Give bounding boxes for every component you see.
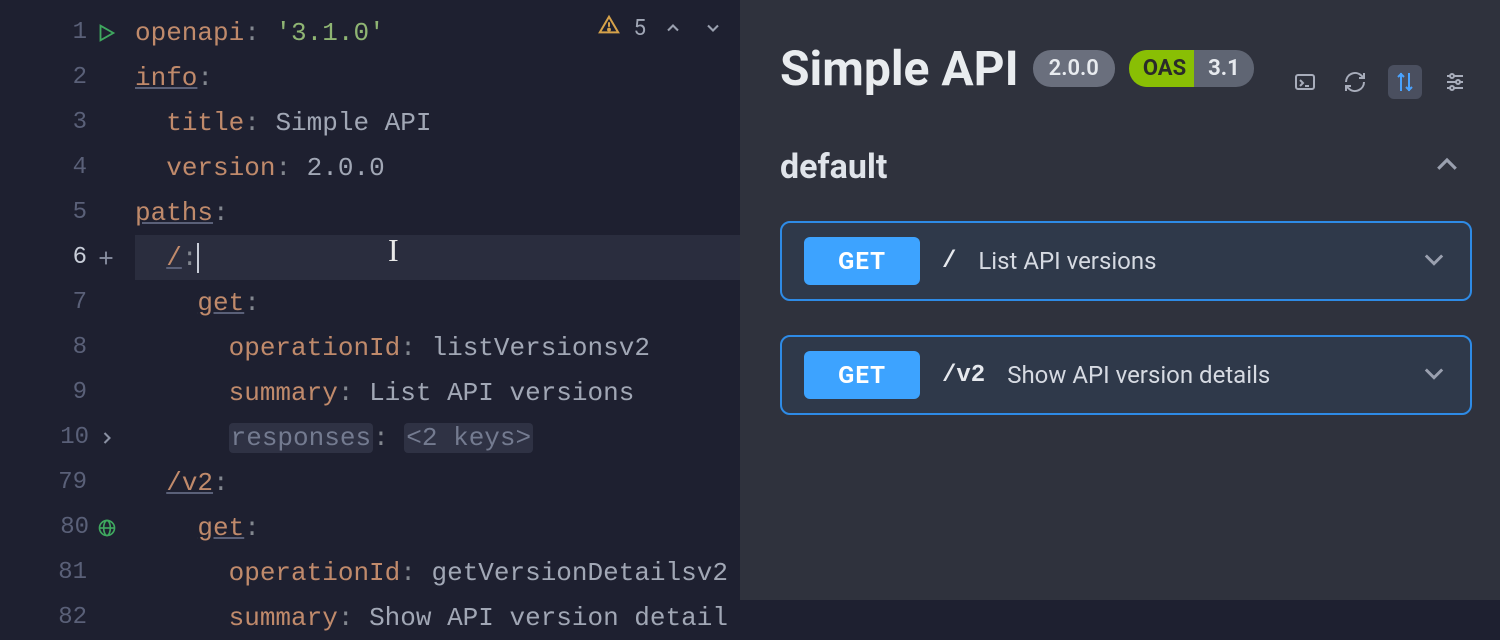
gutter-line[interactable]: 8 [0,325,135,370]
code-line[interactable]: version: 2.0.0 [135,145,740,190]
section-title: default [780,147,887,187]
version-badge: 2.0.0 [1033,50,1115,87]
code-line[interactable]: /: [135,235,740,280]
gutter-line[interactable]: 79 [0,460,135,505]
code-line[interactable]: summary: Show API version detail [135,595,740,640]
warning-icon[interactable] [598,14,620,42]
gutter-line[interactable]: 81 [0,550,135,595]
endpoint-path: / [942,248,956,275]
editor-status-bar: 5 [598,14,726,42]
http-method-badge: GET [804,351,920,399]
gutter-line[interactable]: 9 [0,370,135,415]
plus-icon[interactable] [95,247,117,269]
gutter-line[interactable]: 82 [0,595,135,640]
oas-badge: OAS 3.1 [1129,50,1254,87]
endpoint-row[interactable]: GET /v2 Show API version details [780,335,1472,415]
oas-label: OAS [1129,50,1200,87]
run-icon[interactable] [95,22,117,44]
warning-count[interactable]: 5 [634,16,646,41]
prev-issue-button[interactable] [660,15,686,41]
settings-icon[interactable] [1438,65,1472,99]
toolbar [1288,65,1472,99]
endpoint-row[interactable]: GET / List API versions [780,221,1472,301]
globe-icon[interactable] [97,518,117,538]
gutter-line[interactable]: 3 [0,100,135,145]
code-editor-pane: 1234567891079808182 I openapi: '3.1.0'in… [0,0,740,600]
gutter-line[interactable]: 10 [0,415,135,460]
section-header[interactable]: default [780,147,1472,187]
next-issue-button[interactable] [700,15,726,41]
refresh-icon[interactable] [1338,65,1372,99]
gutter-line[interactable]: 80 [0,505,135,550]
caret [197,243,199,273]
code-line[interactable]: title: Simple API [135,100,740,145]
code-line[interactable]: responses: <2 keys> [135,415,740,460]
api-title: Simple API [780,40,1019,97]
gutter-line[interactable]: 1 [0,10,135,55]
code-line[interactable]: get: [135,280,740,325]
editor-code-area[interactable]: I openapi: '3.1.0'info: title: Simple AP… [135,0,740,600]
gutter-line[interactable]: 5 [0,190,135,235]
code-line[interactable]: get: [135,505,740,550]
terminal-icon[interactable] [1288,65,1322,99]
endpoint-summary: List API versions [978,247,1398,275]
oas-version: 3.1 [1194,50,1254,87]
code-line[interactable]: operationId: getVersionDetailsv2 [135,550,740,595]
endpoint-path: /v2 [942,362,985,389]
gutter-line[interactable]: 6 [0,235,135,280]
http-method-badge: GET [804,237,920,285]
code-line[interactable]: info: [135,55,740,100]
editor-gutter: 1234567891079808182 [0,0,135,600]
gutter-line[interactable]: 7 [0,280,135,325]
swagger-preview-pane: Simple API 2.0.0 OAS 3.1 default GET / L… [740,0,1500,600]
code-line[interactable]: paths: [135,190,740,235]
endpoint-summary: Show API version details [1007,361,1398,389]
chevron-down-icon[interactable] [1420,359,1448,391]
chevron-up-icon[interactable] [1432,150,1462,184]
code-line[interactable]: /v2: [135,460,740,505]
chevron-down-icon[interactable] [1420,245,1448,277]
code-line[interactable]: operationId: listVersionsv2 [135,325,740,370]
fold-icon[interactable] [97,428,117,448]
gutter-line[interactable]: 4 [0,145,135,190]
sync-scroll-icon[interactable] [1388,65,1422,99]
code-line[interactable]: summary: List API versions [135,370,740,415]
gutter-line[interactable]: 2 [0,55,135,100]
